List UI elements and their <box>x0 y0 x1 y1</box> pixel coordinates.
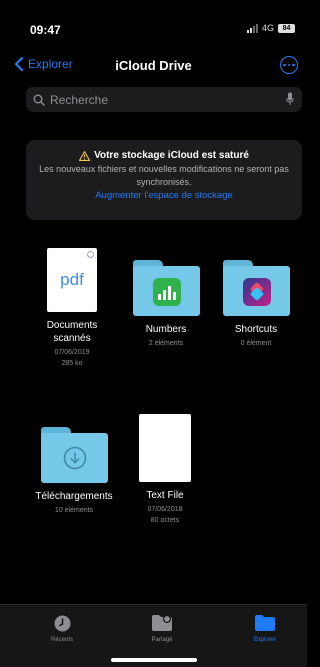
search-icon <box>33 94 45 106</box>
file-size: 285 ko <box>61 360 83 367</box>
tab-label: Récents <box>50 637 73 643</box>
downloads-folder-icon <box>40 427 108 483</box>
folder-item-numbers[interactable]: Numbers 2 éléments <box>126 260 206 349</box>
folder-item-telechargements[interactable]: Téléchargements 10 éléments <box>34 427 114 516</box>
file-name: Text File <box>146 490 184 501</box>
upgrade-storage-link[interactable]: Augmenter l'espace de stockage <box>26 190 302 201</box>
more-options-button[interactable] <box>280 56 298 74</box>
search-placeholder: Recherche <box>50 92 109 107</box>
file-size: 80 octets <box>150 517 180 524</box>
cloud-badge-icon <box>87 251 94 258</box>
cellular-signal-icon <box>246 23 258 33</box>
folder-count: 2 éléments <box>148 340 184 347</box>
numbers-app-icon <box>152 278 181 306</box>
file-date: 07/06/2018 <box>147 506 183 513</box>
folder-count: 0 élément <box>240 340 272 347</box>
alert-message: Les nouveaux fichiers et nouvelles modif… <box>39 164 289 187</box>
file-date: 07/06/2019 <box>54 349 90 356</box>
clock-icon <box>54 615 70 631</box>
folder-item-shortcuts[interactable]: Shortcuts 0 élément <box>216 260 296 349</box>
page-title: iCloud Drive <box>115 58 192 73</box>
network-type: 4G <box>261 23 274 33</box>
folder-name: Numbers <box>145 324 187 335</box>
alert-title-text: Votre stockage iCloud est saturé <box>94 150 249 161</box>
download-arrow-icon <box>63 446 86 470</box>
file-name: Documents scannés <box>46 320 98 344</box>
microphone-icon[interactable] <box>286 92 294 106</box>
folder-name: Téléchargements <box>35 491 113 502</box>
shared-folder-icon <box>152 614 172 631</box>
search-field[interactable]: Recherche <box>26 87 302 112</box>
storage-full-alert: Votre stockage iCloud est saturé Les nou… <box>26 140 302 220</box>
folder-count: 10 éléments <box>54 507 94 514</box>
ellipsis-icon <box>283 63 286 67</box>
alert-title: Votre stockage iCloud est saturé <box>26 150 302 161</box>
status-bar: 09:47 4G 84 <box>0 0 307 38</box>
tab-label: Explorer <box>253 637 277 643</box>
shortcuts-app-icon <box>242 278 271 306</box>
folder-name: Shortcuts <box>234 324 278 335</box>
pdf-label: pdf <box>60 270 84 289</box>
navigation-bar: Explorer iCloud Drive <box>0 50 307 82</box>
file-item-text-file[interactable]: Text File 07/06/2018 80 octets <box>125 414 205 526</box>
battery-icon: 84 <box>278 23 295 33</box>
tab-label: Partagé <box>151 637 173 643</box>
tab-explorer[interactable]: Explorer <box>230 613 300 643</box>
file-item-documents-scannes[interactable]: pdf Documents scannés 07/06/2019 285 ko <box>32 248 112 369</box>
tab-partage[interactable]: Partagé <box>127 613 197 643</box>
text-file-icon <box>139 414 191 482</box>
status-indicators: 4G 84 <box>246 23 295 33</box>
numbers-folder-icon <box>132 260 200 316</box>
shortcuts-folder-icon <box>222 260 290 316</box>
tab-recents[interactable]: Récents <box>27 613 97 643</box>
status-time: 09:47 <box>30 23 61 37</box>
home-indicator <box>111 658 197 662</box>
pdf-document-icon: pdf <box>47 248 97 312</box>
warning-icon <box>79 150 91 161</box>
folder-icon <box>255 615 275 631</box>
